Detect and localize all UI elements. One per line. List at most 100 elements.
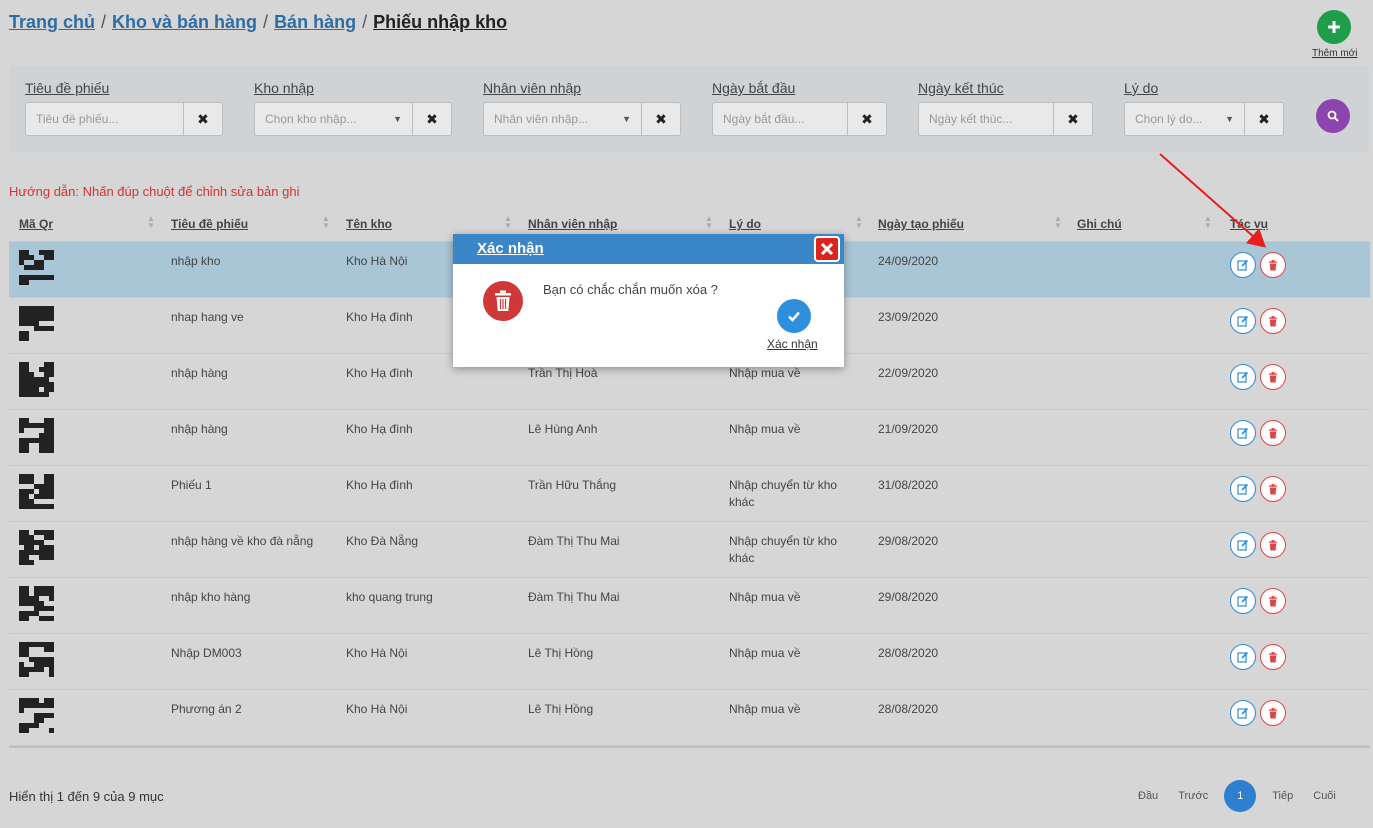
column-employee[interactable]: Nhân viên nhập xyxy=(528,217,617,231)
trash-icon xyxy=(1269,595,1277,606)
edit-icon xyxy=(1237,707,1249,719)
table-row[interactable]: nhập hàng về kho đà nẵng Kho Đà Nẵng Đàm T… xyxy=(9,522,1370,578)
breadcrumb-sales[interactable]: Bán hàng xyxy=(274,12,356,33)
trash-icon xyxy=(1269,259,1277,270)
cell-warehouse: kho quang trung xyxy=(346,590,433,604)
cell-title: nhập hàng về kho đà nẵng xyxy=(171,534,314,548)
delete-button[interactable] xyxy=(1260,532,1286,558)
delete-button[interactable] xyxy=(1260,476,1286,502)
edit-button[interactable] xyxy=(1230,644,1256,670)
pagination-info: Hiển thị 1 đến 9 của 9 mục xyxy=(9,789,164,804)
confirm-button[interactable] xyxy=(777,299,811,333)
modal-title: Xác nhận xyxy=(477,240,544,257)
clear-warehouse-button[interactable]: ✖ xyxy=(412,102,452,136)
cell-reason: Nhập mua về xyxy=(729,422,801,436)
column-qr[interactable]: Mã Qr xyxy=(19,217,53,231)
employee-select[interactable]: Nhân viên nhập... ▼ xyxy=(483,102,641,136)
edit-icon xyxy=(1237,539,1249,551)
sort-icon[interactable]: ▲ ▼ xyxy=(855,215,863,230)
delete-button[interactable] xyxy=(1260,252,1286,278)
page-next[interactable]: Tiếp xyxy=(1262,790,1303,802)
end-date-input[interactable]: Ngày kết thúc... xyxy=(918,102,1053,136)
start-date-placeholder: Ngày bắt đầu... xyxy=(723,112,805,126)
edit-button[interactable] xyxy=(1230,700,1256,726)
qr-code xyxy=(19,642,54,677)
edit-icon xyxy=(1237,427,1249,439)
qr-code xyxy=(19,698,54,733)
delete-button[interactable] xyxy=(1260,700,1286,726)
edit-button[interactable] xyxy=(1230,364,1256,390)
clear-title-button[interactable]: ✖ xyxy=(183,102,223,136)
search-icon xyxy=(1327,110,1339,122)
sort-icon[interactable]: ▲ ▼ xyxy=(705,215,713,230)
qr-code xyxy=(19,362,54,397)
clear-employee-button[interactable]: ✖ xyxy=(641,102,681,136)
delete-button[interactable] xyxy=(1260,364,1286,390)
reason-select[interactable]: Chọn lý do... ▼ xyxy=(1124,102,1244,136)
page-current[interactable]: 1 xyxy=(1224,780,1257,812)
trash-icon xyxy=(1269,707,1277,718)
delete-button[interactable] xyxy=(1260,308,1286,334)
cell-warehouse: Kho Hạ đình xyxy=(346,478,413,492)
table-row[interactable]: nhập kho hàng kho quang trung Đàm Thị Thu … xyxy=(9,578,1370,634)
table-row[interactable]: Phương án 2 Kho Hà Nội Lê Thị Hồng Nhập mua… xyxy=(9,690,1370,746)
qr-code xyxy=(19,530,54,565)
table-footer xyxy=(9,746,1370,774)
reason-select-placeholder: Chọn lý do... xyxy=(1135,112,1203,126)
column-warehouse[interactable]: Tên kho xyxy=(346,217,392,231)
delete-button[interactable] xyxy=(1260,644,1286,670)
breadcrumb-warehouse-sales[interactable]: Kho và bán hàng xyxy=(112,12,257,33)
sort-icon[interactable]: ▲ ▼ xyxy=(1054,215,1062,230)
sort-icon[interactable]: ▲ ▼ xyxy=(504,215,512,230)
cell-employee: Trần Hữu Thắng xyxy=(528,478,617,492)
cell-title: nhap hang ve xyxy=(171,310,244,324)
clear-reason-button[interactable]: ✖ xyxy=(1244,102,1284,136)
add-new-label[interactable]: Thêm mới xyxy=(1312,48,1357,59)
start-date-input[interactable]: Ngày bắt đầu... xyxy=(712,102,847,136)
filter-panel: Tiêu đề phiếu Tiêu đề phiếu... ✖ Kho nhậ… xyxy=(9,66,1369,152)
trash-icon xyxy=(1269,371,1277,382)
edit-button[interactable] xyxy=(1230,532,1256,558)
cell-reason: Nhập mua về xyxy=(729,702,801,716)
breadcrumb-home[interactable]: Trang chủ xyxy=(9,12,95,33)
sort-icon[interactable]: ▲ ▼ xyxy=(147,215,155,230)
delete-button[interactable] xyxy=(1260,588,1286,614)
table-row[interactable]: Nhập DM003 Kho Hà Nội Lê Thị Hồng Nhập mua … xyxy=(9,634,1370,690)
edit-icon xyxy=(1237,483,1249,495)
sort-icon[interactable]: ▲ ▼ xyxy=(322,215,330,230)
page-prev[interactable]: Trước xyxy=(1168,790,1218,802)
cell-date: 24/09/2020 xyxy=(878,254,939,268)
column-reason[interactable]: Lý do xyxy=(729,217,761,231)
edit-button[interactable] xyxy=(1230,308,1256,334)
column-note[interactable]: Ghi chú xyxy=(1077,217,1122,231)
column-date[interactable]: Ngày tạo phiếu xyxy=(878,217,964,231)
cell-reason: Nhập mua về xyxy=(729,590,801,604)
page-last[interactable]: Cuối xyxy=(1303,790,1346,802)
edit-button[interactable] xyxy=(1230,420,1256,446)
page-first[interactable]: Đầu xyxy=(1128,790,1168,802)
confirm-label[interactable]: Xác nhận xyxy=(767,337,818,351)
edit-button[interactable] xyxy=(1230,476,1256,502)
cell-title: Phương án 2 xyxy=(171,702,242,716)
trash-icon xyxy=(483,281,523,321)
edit-button[interactable] xyxy=(1230,588,1256,614)
search-button[interactable] xyxy=(1316,99,1350,133)
table-row[interactable]: nhập hàng Kho Hạ đình Lê Hùng Anh Nhập mua … xyxy=(9,410,1370,466)
modal-close-button[interactable] xyxy=(814,236,840,262)
table-row[interactable]: Phiếu 1 Kho Hạ đình Trần Hữu Thắng Nhập chu… xyxy=(9,466,1370,522)
add-new-button[interactable] xyxy=(1317,10,1351,44)
chevron-down-icon: ▼ xyxy=(1225,114,1234,124)
title-input[interactable]: Tiêu đề phiếu... xyxy=(25,102,183,136)
edit-button[interactable] xyxy=(1230,252,1256,278)
qr-code xyxy=(19,586,54,621)
column-title[interactable]: Tiêu đề phiếu xyxy=(171,217,248,231)
delete-button[interactable] xyxy=(1260,420,1286,446)
clear-end-date-button[interactable]: ✖ xyxy=(1053,102,1093,136)
modal-header: Xác nhận xyxy=(453,234,844,264)
cell-date: 23/09/2020 xyxy=(878,310,939,324)
warehouse-select[interactable]: Chọn kho nhập... ▼ xyxy=(254,102,412,136)
clear-start-date-button[interactable]: ✖ xyxy=(847,102,887,136)
trash-icon xyxy=(1269,539,1277,550)
cell-reason: Nhập mua về xyxy=(729,646,801,660)
cell-employee: Lê Thị Hồng xyxy=(528,646,594,660)
